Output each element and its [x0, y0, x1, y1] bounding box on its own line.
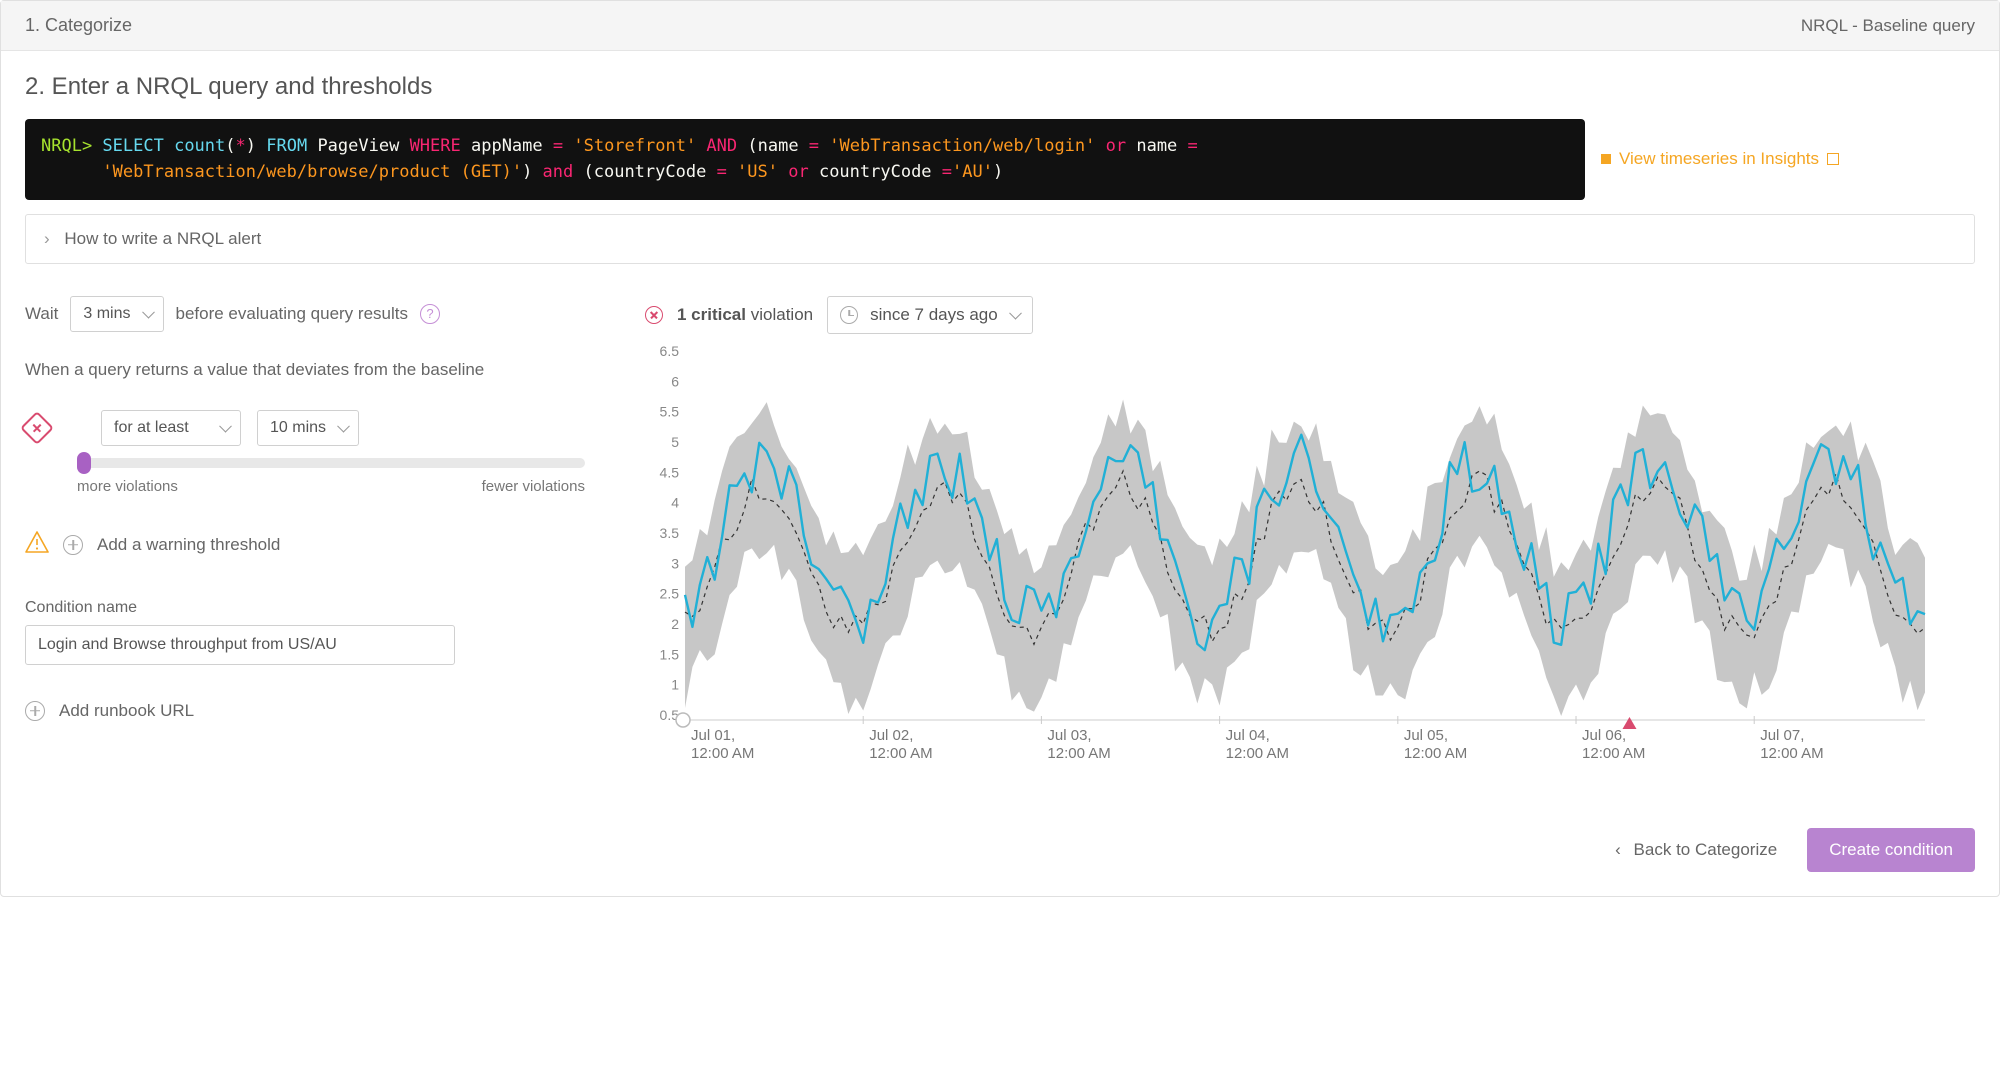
svg-text:2: 2	[671, 616, 679, 632]
svg-text:2.5: 2.5	[660, 585, 680, 601]
warning-icon	[25, 531, 49, 559]
svg-text:Jul 01,: Jul 01,	[691, 727, 735, 744]
svg-text:12:00 AM: 12:00 AM	[1047, 745, 1110, 762]
svg-text:12:00 AM: 12:00 AM	[1226, 745, 1289, 762]
wait-duration-select[interactable]: 3 mins	[70, 296, 163, 332]
svg-text:6: 6	[671, 373, 679, 389]
clock-icon	[840, 306, 858, 324]
svg-text:3.5: 3.5	[660, 525, 680, 541]
wait-suffix: before evaluating query results	[176, 304, 408, 324]
svg-text:1.5: 1.5	[660, 646, 680, 662]
chevron-left-icon: ‹	[1615, 840, 1621, 859]
svg-text:3: 3	[671, 555, 679, 571]
slider-thumb[interactable]	[77, 452, 91, 474]
back-label: Back to Categorize	[1634, 840, 1778, 859]
help-icon[interactable]: ?	[420, 304, 440, 324]
chevron-right-icon: ›	[44, 229, 50, 248]
add-warning-threshold-button[interactable]: Add a warning threshold	[97, 535, 280, 555]
view-timeseries-link[interactable]: View timeseries in Insights	[1601, 149, 1839, 169]
violation-count: 1 critical violation	[677, 305, 813, 325]
add-runbook-url-button[interactable]: Add runbook URL	[59, 701, 194, 721]
svg-text:1: 1	[671, 676, 679, 692]
section-title: 2. Enter a NRQL query and thresholds	[1, 51, 1999, 119]
svg-text:12:00 AM: 12:00 AM	[1760, 745, 1823, 762]
step1-label[interactable]: 1. Categorize	[25, 15, 132, 36]
svg-text:Jul 06,: Jul 06,	[1582, 727, 1626, 744]
svg-text:Jul 04,: Jul 04,	[1226, 727, 1270, 744]
slider-right-label: fewer violations	[482, 478, 585, 495]
svg-text:Jul 02,: Jul 02,	[869, 727, 913, 744]
step-header: 1. Categorize NRQL - Baseline query	[1, 1, 1999, 51]
wait-prefix: Wait	[25, 304, 58, 324]
create-condition-button[interactable]: Create condition	[1807, 828, 1975, 872]
slider-left-label: more violations	[77, 478, 178, 495]
svg-text:Jul 03,: Jul 03,	[1047, 727, 1091, 744]
plus-icon	[25, 701, 45, 721]
view-timeseries-label: View timeseries in Insights	[1619, 149, 1819, 169]
deviation-description: When a query returns a value that deviat…	[25, 360, 605, 380]
howto-label: How to write a NRQL alert	[64, 229, 261, 248]
external-link-icon	[1827, 153, 1839, 165]
svg-text:12:00 AM: 12:00 AM	[1582, 745, 1645, 762]
svg-text:5: 5	[671, 434, 679, 450]
square-icon	[1601, 154, 1611, 164]
query-type-label: NRQL - Baseline query	[1801, 16, 1975, 36]
critical-violation-icon	[645, 306, 663, 324]
back-to-categorize-link[interactable]: ‹ Back to Categorize	[1615, 840, 1777, 860]
threshold-operator-select[interactable]: for at least	[101, 410, 241, 446]
svg-text:12:00 AM: 12:00 AM	[869, 745, 932, 762]
time-range-label: since 7 days ago	[870, 305, 998, 325]
svg-text:12:00 AM: 12:00 AM	[691, 745, 754, 762]
nrql-query-editor[interactable]: NRQL> SELECT count(*) FROM PageView WHER…	[25, 119, 1585, 200]
condition-name-input[interactable]	[25, 625, 455, 665]
svg-text:5.5: 5.5	[660, 403, 680, 419]
condition-name-label: Condition name	[25, 599, 605, 617]
baseline-chart: 0.511.522.533.544.555.566.5Jul 01,12:00 …	[645, 346, 1975, 779]
howto-accordion[interactable]: › How to write a NRQL alert	[25, 214, 1975, 264]
svg-text:12:00 AM: 12:00 AM	[1404, 745, 1467, 762]
plus-icon	[63, 535, 83, 555]
sensitivity-slider[interactable]	[77, 458, 585, 468]
svg-text:6.5: 6.5	[660, 346, 680, 359]
svg-text:Jul 07,: Jul 07,	[1760, 727, 1804, 744]
time-range-select[interactable]: since 7 days ago	[827, 296, 1033, 334]
svg-text:4: 4	[671, 494, 679, 510]
critical-icon	[20, 411, 54, 445]
svg-text:Jul 05,: Jul 05,	[1404, 727, 1448, 744]
svg-text:4.5: 4.5	[660, 464, 680, 480]
threshold-duration-select[interactable]: 10 mins	[257, 410, 359, 446]
